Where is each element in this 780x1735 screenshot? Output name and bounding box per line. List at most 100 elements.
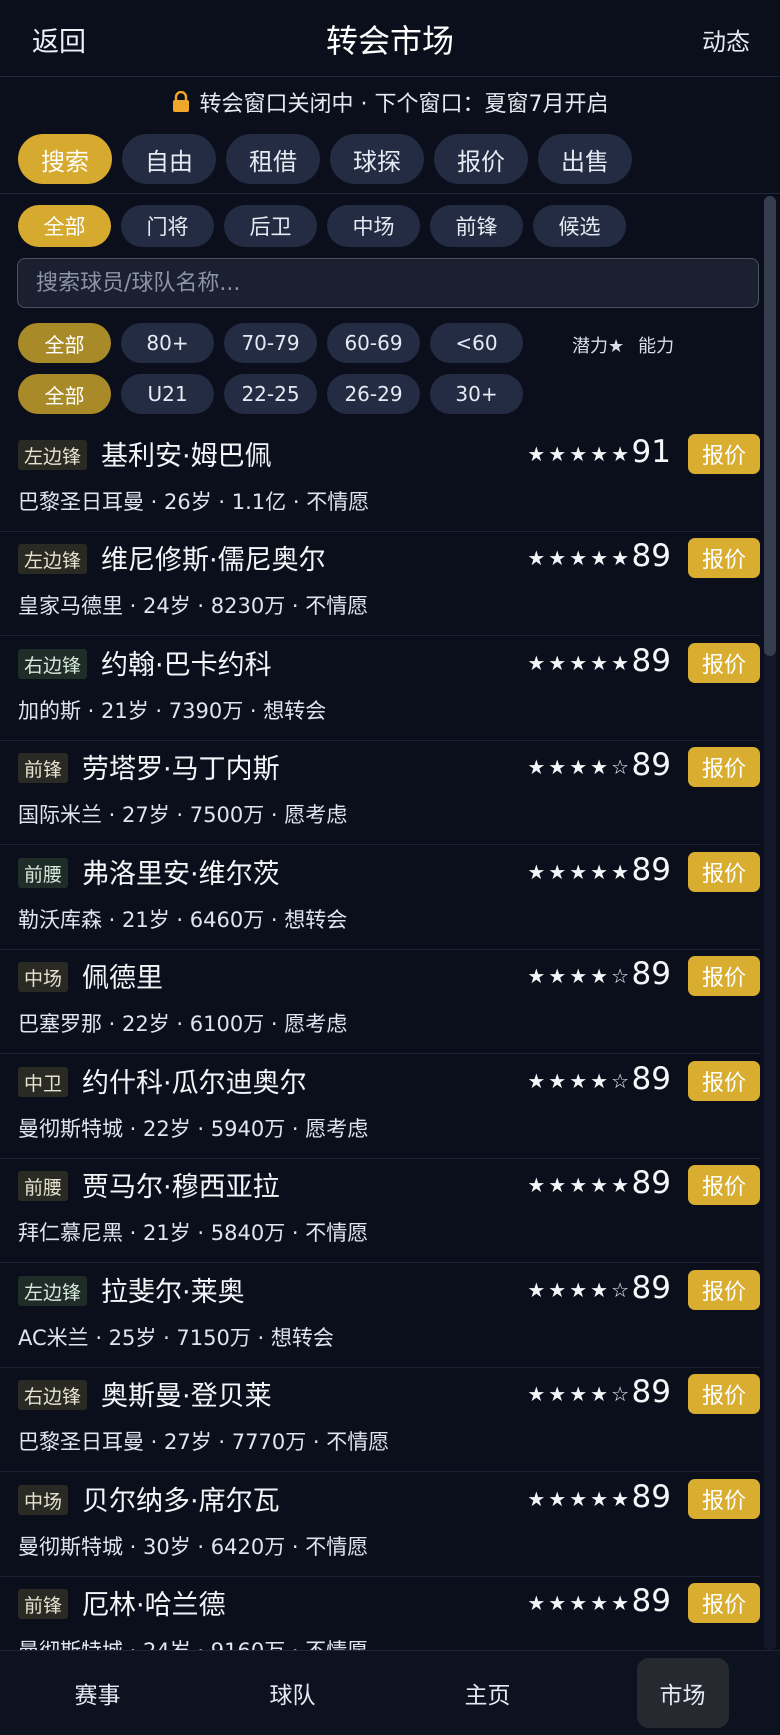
potential-stars: ★★★★☆	[527, 1278, 632, 1302]
player-info: 巴黎圣日耳曼 · 27岁 · 7770万 · 不情愿	[18, 1430, 390, 1454]
player-name: 劳塔罗·马丁内斯	[82, 754, 280, 785]
position-filter-gk[interactable]: 门将	[121, 205, 214, 247]
tab-scout[interactable]: 球探	[330, 134, 424, 184]
transfer-window-notice: 转会窗口关闭中 · 下个窗口：夏窗7月开启	[0, 77, 780, 127]
search-input[interactable]	[17, 258, 759, 308]
list-scrollbar[interactable]	[764, 196, 776, 1650]
potential-stars: ★★★★★	[527, 442, 632, 466]
page-title: 转会市场	[325, 22, 454, 60]
market-tabs: 搜索 自由 租借 球探 报价 出售	[18, 134, 642, 184]
age-filter-22-25[interactable]: 22-25	[224, 374, 317, 414]
player-name: 拉斐尔·莱奥	[101, 1277, 245, 1308]
overall-rating: 91	[631, 434, 671, 470]
position-badge: 右边锋	[18, 649, 88, 679]
news-button[interactable]: 动态	[702, 22, 750, 57]
player-row[interactable]: 中卫 约什科·瓜尔迪奥尔 曼彻斯特城 · 22岁 · 5940万 · 愿考虑 ★…	[0, 1055, 760, 1159]
player-row[interactable]: 前腰 贾马尔·穆西亚拉 拜仁慕尼黑 · 21岁 · 5840万 · 不情愿 ★★…	[0, 1159, 760, 1263]
bid-button[interactable]: 报价	[688, 538, 760, 578]
player-row[interactable]: 中场 贝尔纳多·席尔瓦 曼彻斯特城 · 30岁 · 6420万 · 不情愿 ★★…	[0, 1473, 760, 1577]
position-filter-shortlist[interactable]: 候选	[533, 205, 626, 247]
player-info: 拜仁慕尼黑 · 21岁 · 5840万 · 不情愿	[18, 1221, 369, 1245]
player-row[interactable]: 左边锋 拉斐尔·莱奥 AC米兰 · 25岁 · 7150万 · 想转会 ★★★★…	[0, 1264, 760, 1368]
position-badge: 中场	[18, 962, 69, 992]
player-row[interactable]: 中场 佩德里 巴塞罗那 · 22岁 · 6100万 · 愿考虑 ★★★★☆ 89…	[0, 950, 760, 1054]
bid-button[interactable]: 报价	[688, 1583, 760, 1623]
player-info: 皇家马德里 · 24岁 · 8230万 · 不情愿	[18, 594, 369, 618]
overall-rating: 89	[631, 1165, 671, 1201]
tab-free[interactable]: 自由	[122, 134, 216, 184]
potential-stars: ★★★★★	[527, 1591, 632, 1615]
overall-rating: 89	[631, 852, 671, 888]
bid-button[interactable]: 报价	[688, 1270, 760, 1310]
player-row[interactable]: 右边锋 奥斯曼·登贝莱 巴黎圣日耳曼 · 27岁 · 7770万 · 不情愿 ★…	[0, 1368, 760, 1472]
player-name: 贝尔纳多·席尔瓦	[82, 1486, 280, 1517]
sort-ability[interactable]: 能力	[638, 332, 674, 358]
position-filter-def[interactable]: 后卫	[224, 205, 317, 247]
player-name: 弗洛里安·维尔茨	[82, 859, 280, 890]
position-filter-mid[interactable]: 中场	[327, 205, 420, 247]
overall-rating: 89	[631, 1374, 671, 1410]
bid-button[interactable]: 报价	[688, 1061, 760, 1101]
player-name: 佩德里	[82, 963, 163, 994]
tab-loan[interactable]: 租借	[226, 134, 320, 184]
player-row[interactable]: 左边锋 基利安·姆巴佩 巴黎圣日耳曼 · 26岁 · 1.1亿 · 不情愿 ★★…	[0, 428, 760, 532]
player-name: 维尼修斯·儒尼奥尔	[101, 545, 326, 576]
bid-button[interactable]: 报价	[688, 1165, 760, 1205]
position-badge: 右边锋	[18, 1380, 88, 1410]
nav-label: 赛事	[74, 1683, 121, 1709]
position-filter-all[interactable]: 全部	[18, 205, 111, 247]
bid-button[interactable]: 报价	[688, 852, 760, 892]
scrollbar-thumb[interactable]	[764, 196, 776, 656]
age-filter-all[interactable]: 全部	[18, 374, 111, 414]
nav-home[interactable]: 主页	[390, 1651, 585, 1735]
tab-search[interactable]: 搜索	[18, 134, 112, 184]
rating-filter-60-69[interactable]: 60-69	[327, 323, 420, 363]
player-row[interactable]: 前锋 劳塔罗·马丁内斯 国际米兰 · 27岁 · 7500万 · 愿考虑 ★★★…	[0, 741, 760, 845]
player-row[interactable]: 前腰 弗洛里安·维尔茨 勒沃库森 · 21岁 · 6460万 · 想转会 ★★★…	[0, 846, 760, 950]
tab-sell[interactable]: 出售	[538, 134, 632, 184]
position-badge: 前锋	[18, 1589, 69, 1619]
age-filter: 全部 U21 22-25 26-29 30+	[18, 374, 533, 414]
nav-team[interactable]: 球队	[195, 1651, 390, 1735]
overall-rating: 89	[631, 747, 671, 783]
rating-filter-80plus[interactable]: 80+	[121, 323, 214, 363]
age-filter-u21[interactable]: U21	[121, 374, 214, 414]
player-row[interactable]: 左边锋 维尼修斯·儒尼奥尔 皇家马德里 · 24岁 · 8230万 · 不情愿 …	[0, 532, 760, 636]
bid-button[interactable]: 报价	[688, 1479, 760, 1519]
player-info: AC米兰 · 25岁 · 7150万 · 想转会	[18, 1326, 334, 1350]
nav-label: 球队	[269, 1683, 316, 1709]
potential-stars: ★★★★★	[527, 1173, 632, 1197]
overall-rating: 89	[631, 1583, 671, 1619]
player-list: 左边锋 基利安·姆巴佩 巴黎圣日耳曼 · 26岁 · 1.1亿 · 不情愿 ★★…	[0, 428, 760, 1650]
overall-rating: 89	[631, 1479, 671, 1515]
divider	[0, 193, 780, 194]
potential-stars: ★★★★☆	[527, 1382, 632, 1406]
nav-market[interactable]: 市场	[585, 1651, 780, 1735]
age-filter-26-29[interactable]: 26-29	[327, 374, 420, 414]
player-row[interactable]: 右边锋 约翰·巴卡约科 加的斯 · 21岁 · 7390万 · 想转会 ★★★★…	[0, 637, 760, 741]
bid-button[interactable]: 报价	[688, 434, 760, 474]
bid-button[interactable]: 报价	[688, 643, 760, 683]
player-row[interactable]: 前锋 厄林·哈兰德 曼彻斯特城 · 24岁 · 9160万 · 不情愿 ★★★★…	[0, 1577, 760, 1650]
player-name: 约什科·瓜尔迪奥尔	[82, 1068, 307, 1099]
position-badge: 左边锋	[18, 440, 88, 470]
position-filter-fwd[interactable]: 前锋	[430, 205, 523, 247]
rating-filter-below60[interactable]: <60	[430, 323, 523, 363]
rating-filter-70-79[interactable]: 70-79	[224, 323, 317, 363]
position-filter: 全部 门将 后卫 中场 前锋 候选	[18, 205, 636, 247]
player-info: 曼彻斯特城 · 24岁 · 9160万 · 不情愿	[18, 1635, 368, 1650]
tab-offers[interactable]: 报价	[434, 134, 528, 184]
bid-button[interactable]: 报价	[688, 747, 760, 787]
rating-filter-all[interactable]: 全部	[18, 323, 111, 363]
potential-stars: ★★★★☆	[527, 755, 632, 779]
bid-button[interactable]: 报价	[688, 956, 760, 996]
age-filter-30plus[interactable]: 30+	[430, 374, 523, 414]
position-badge: 左边锋	[18, 544, 88, 574]
position-badge: 前腰	[18, 858, 69, 888]
bid-button[interactable]: 报价	[688, 1374, 760, 1414]
nav-matches[interactable]: 赛事	[0, 1651, 195, 1735]
bottom-nav: 赛事 球队 主页 市场	[0, 1650, 780, 1735]
overall-rating: 89	[631, 643, 671, 679]
player-name: 基利安·姆巴佩	[101, 441, 272, 472]
sort-potential[interactable]: 潜力★	[572, 332, 624, 358]
